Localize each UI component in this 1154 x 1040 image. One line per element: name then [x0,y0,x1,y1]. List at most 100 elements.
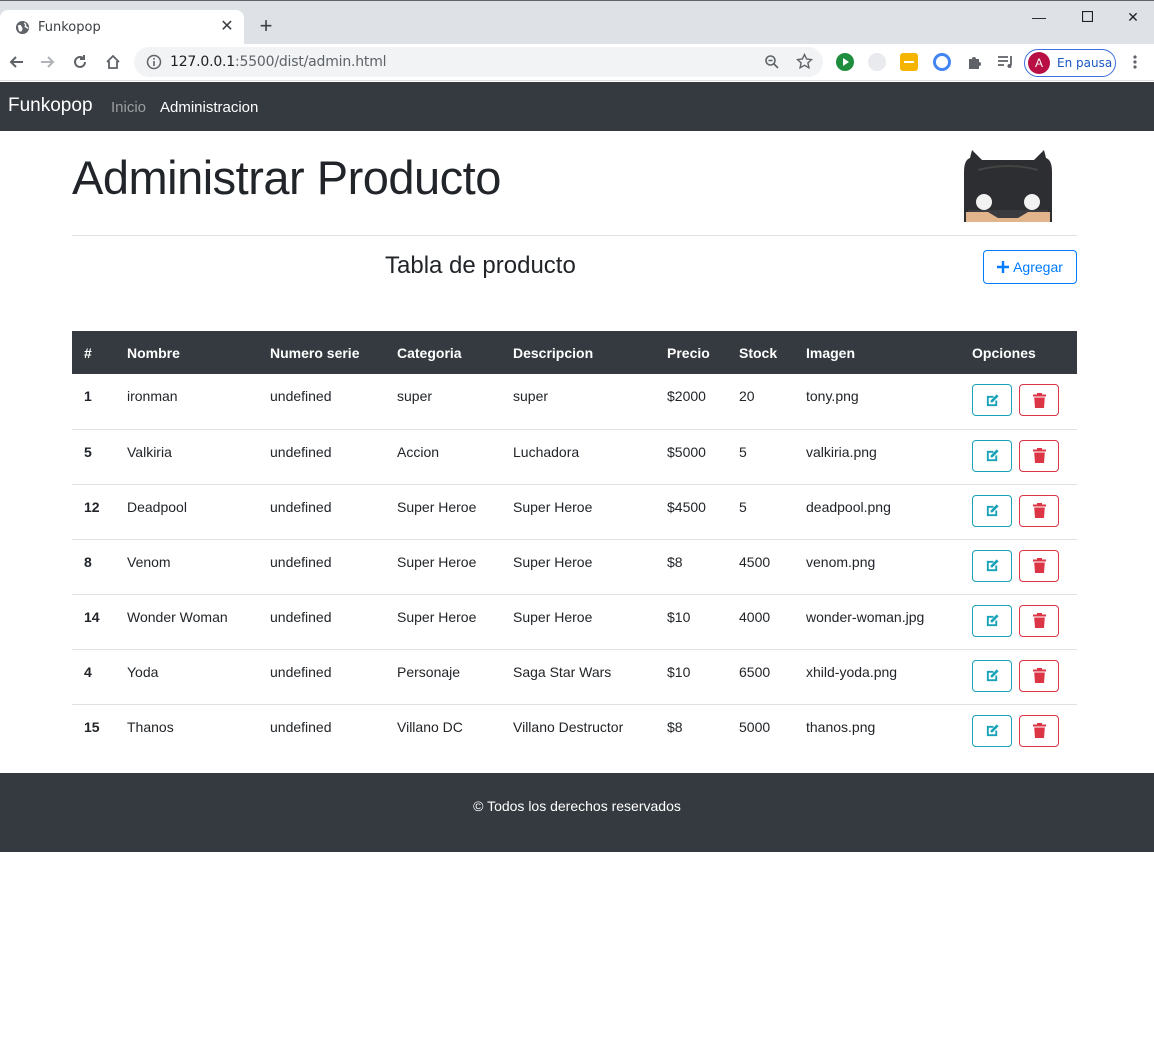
cell-numero-serie: undefined [258,483,385,539]
extension-compass-icon[interactable] [933,53,951,71]
nav-link-administracion[interactable]: Administracion [160,99,258,116]
new-tab-icon[interactable]: + [255,15,277,37]
delete-button[interactable] [1019,439,1059,472]
cell-imagen: wonder-woman.jpg [794,593,960,649]
close-tab-icon[interactable]: ✕ [218,18,236,36]
play-extension-icon[interactable] [836,53,854,71]
cell-descripcion: Super Heroe [501,538,655,594]
bookmark-star-icon[interactable] [796,53,813,70]
cell-numero-serie: undefined [258,648,385,704]
edit-button[interactable] [972,384,1012,416]
puzzle-extensions-icon[interactable] [963,51,985,73]
cell-categoria: Super Heroe [385,538,501,594]
edit-button[interactable] [972,604,1012,637]
cell-numero-serie: undefined [258,538,385,594]
delete-button[interactable] [1019,714,1059,747]
extension-yellow-icon[interactable] [900,53,918,71]
edit-button[interactable] [972,714,1012,747]
trash-icon [1032,723,1046,738]
table-row: 8 Venom undefined Super Heroe Super Heroe $8 4… [72,538,1077,594]
reload-icon[interactable] [69,51,91,73]
cell-opciones [960,593,1077,649]
cell-index: 12 [72,483,115,539]
trash-icon [1032,613,1046,628]
site-footer: © Todos los derechos reservados [0,773,1154,852]
cell-stock: 4000 [727,593,794,649]
batman-funko-image [964,150,1052,222]
minimize-icon[interactable]: — [1016,5,1062,29]
table-header-row: # Nombre Numero serie Categoria Descripc… [72,331,1077,374]
cell-index: 15 [72,703,115,759]
cell-categoria: Accion [385,428,501,484]
cell-imagen: valkiria.png [794,428,960,484]
row-actions [972,384,1077,416]
maximize-icon[interactable] [1064,5,1110,29]
cell-categoria: Super Heroe [385,593,501,649]
table-row: 4 Yoda undefined Personaje Saga Star Wars $10… [72,648,1077,704]
cell-stock: 6500 [727,648,794,704]
col-header-descripcion: Descripcion [501,331,655,374]
close-window-icon[interactable]: ✕ [1110,5,1154,29]
cell-opciones [960,703,1077,759]
media-queue-icon[interactable] [995,51,1017,73]
cell-nombre: Deadpool [115,483,258,539]
cell-imagen: xhild-yoda.png [794,648,960,704]
browser-tab-bar: Funkopop ✕ + — ✕ [0,0,1154,45]
edit-button[interactable] [972,494,1012,527]
more-menu-icon[interactable] [1124,51,1146,73]
col-header-nombre: Nombre [115,331,258,374]
trash-icon [1032,392,1046,408]
zoom-icon[interactable] [764,54,780,70]
cell-descripcion: Super Heroe [501,483,655,539]
cell-nombre: Venom [115,538,258,594]
edit-icon [986,614,999,627]
extension-grey-icon[interactable] [868,53,886,71]
cell-stock: 5 [727,428,794,484]
delete-button[interactable] [1019,604,1059,637]
cell-descripcion: Villano Destructor [501,703,655,759]
add-product-button[interactable]: Agregar [983,250,1077,284]
products-table: # Nombre Numero serie Categoria Descripc… [72,331,1077,759]
cell-index: 5 [72,428,115,484]
edit-button[interactable] [972,439,1012,472]
edit-button[interactable] [972,659,1012,692]
cell-opciones [960,374,1077,429]
col-header-categoria: Categoria [385,331,501,374]
cell-opciones [960,538,1077,594]
trash-icon [1032,448,1046,463]
row-actions [972,439,1077,472]
table-body: 1 ironman undefined super super $2000 20 tony.p… [72,374,1077,759]
forward-icon[interactable] [37,51,59,73]
address-bar[interactable]: 127.0.0.1:5500/dist/admin.html [134,47,823,77]
home-icon[interactable] [102,51,124,73]
plus-icon [997,261,1010,273]
cell-stock: 4500 [727,538,794,594]
edit-icon [986,559,999,572]
profile-button[interactable]: A En pausa [1024,49,1116,77]
cell-descripcion: super [513,388,549,404]
back-icon[interactable] [5,51,27,73]
col-header-numero-serie: Numero serie [258,331,385,374]
delete-button[interactable] [1019,549,1059,582]
edit-icon [986,504,999,517]
cell-stock: 20 [739,388,755,404]
cell-numero-serie: undefined [270,388,332,404]
delete-button[interactable] [1019,659,1059,692]
edit-button[interactable] [972,549,1012,582]
cell-imagen: thanos.png [794,703,960,759]
browser-tab[interactable]: Funkopop ✕ [0,10,244,45]
delete-button[interactable] [1019,494,1059,527]
brand-link[interactable]: Funkopop [8,95,93,117]
info-icon[interactable] [146,54,162,70]
cell-imagen: deadpool.png [794,483,960,539]
nav-link-inicio[interactable]: Inicio [111,99,146,116]
trash-icon [1032,558,1046,573]
cell-categoria: Super Heroe [385,483,501,539]
cell-stock: 5 [727,483,794,539]
edit-icon [986,393,999,406]
cell-descripcion: Luchadora [501,428,655,484]
delete-button[interactable] [1019,384,1059,416]
cell-categoria: Villano DC [385,703,501,759]
row-actions [972,549,1077,582]
cell-nombre: Wonder Woman [115,593,258,649]
